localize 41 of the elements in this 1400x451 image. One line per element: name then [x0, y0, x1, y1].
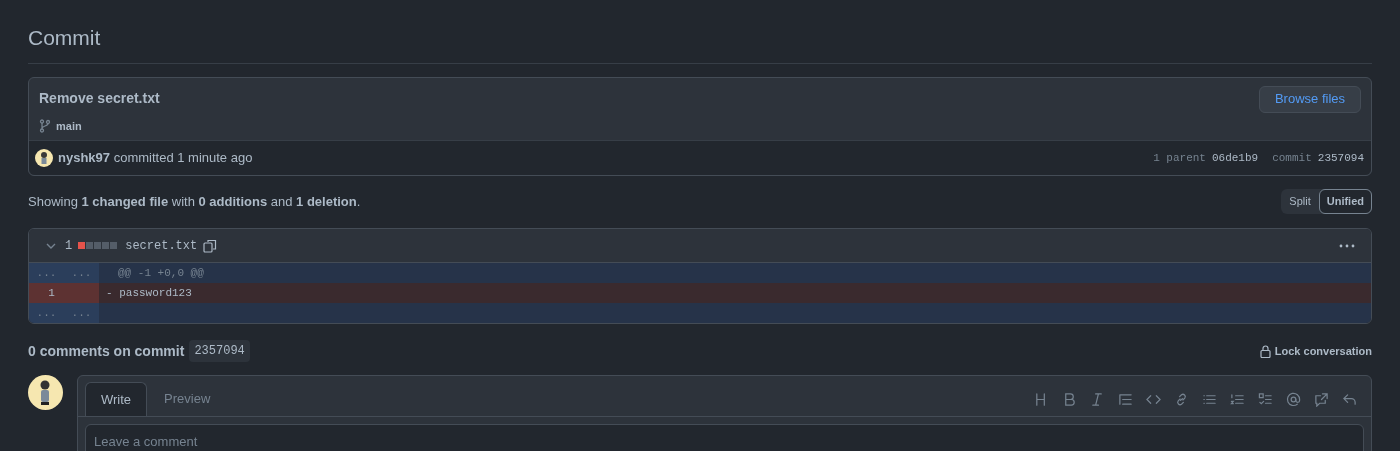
lock-conversation-button[interactable]: Lock conversation: [1259, 342, 1372, 360]
bold-icon[interactable]: [1062, 392, 1077, 407]
author-name[interactable]: nyshk97: [58, 150, 111, 166]
diff-summary: Showing 1 changed file with 0 additions and 1 deletion.: [28, 192, 361, 211]
avatar[interactable]: [35, 149, 53, 167]
italic-icon[interactable]: [1090, 392, 1105, 407]
diffstat-bar: [78, 242, 118, 249]
branch-icon: [39, 118, 51, 133]
copy-icon[interactable]: [203, 238, 218, 253]
commit-sha-label: 2357094: [189, 340, 250, 362]
comments-heading: 0 comments on commit: [28, 341, 185, 361]
commit-message: Remove secret.txt: [39, 88, 160, 108]
file-name[interactable]: secret.txt: [125, 236, 198, 255]
commit-time: committed 1 minute ago: [113, 150, 253, 166]
commit-label: commit: [1272, 150, 1312, 166]
more-options-icon[interactable]: [1339, 243, 1355, 248]
parent-label: 1 parent: [1153, 150, 1206, 166]
quote-icon[interactable]: [1118, 392, 1133, 407]
link-icon[interactable]: [1174, 392, 1189, 407]
code-icon[interactable]: [1146, 392, 1161, 407]
comment-field[interactable]: Leave a comment: [85, 424, 1364, 451]
bulleted-list-icon[interactable]: [1202, 392, 1217, 407]
deleted-line: - password123: [105, 285, 192, 301]
numbered-list-icon[interactable]: [1230, 392, 1245, 407]
cross-reference-icon[interactable]: [1314, 392, 1329, 407]
branch-name[interactable]: main: [56, 117, 82, 134]
view-mode-toggle[interactable]: Split: [1281, 189, 1319, 214]
change-count: 1: [65, 237, 73, 255]
hunk-header: @@ -1 +0,0 @@: [117, 265, 204, 281]
task-list-icon[interactable]: [1258, 392, 1273, 407]
mention-icon[interactable]: [1286, 392, 1301, 407]
browse-files-button[interactable]: Browse files: [1258, 85, 1361, 113]
page-title: Commit: [28, 25, 102, 51]
parent-sha-link[interactable]: 06de1b9: [1211, 149, 1259, 167]
line-number: 1: [47, 285, 56, 301]
lock-icon: [1259, 344, 1271, 358]
commit-sha: 2357094: [1317, 150, 1364, 166]
view-mode-toggle[interactable]: Unified: [1318, 189, 1372, 214]
editor-tab[interactable]: Write: [85, 382, 148, 416]
avatar[interactable]: [28, 375, 63, 410]
reply-icon[interactable]: [1342, 392, 1357, 407]
